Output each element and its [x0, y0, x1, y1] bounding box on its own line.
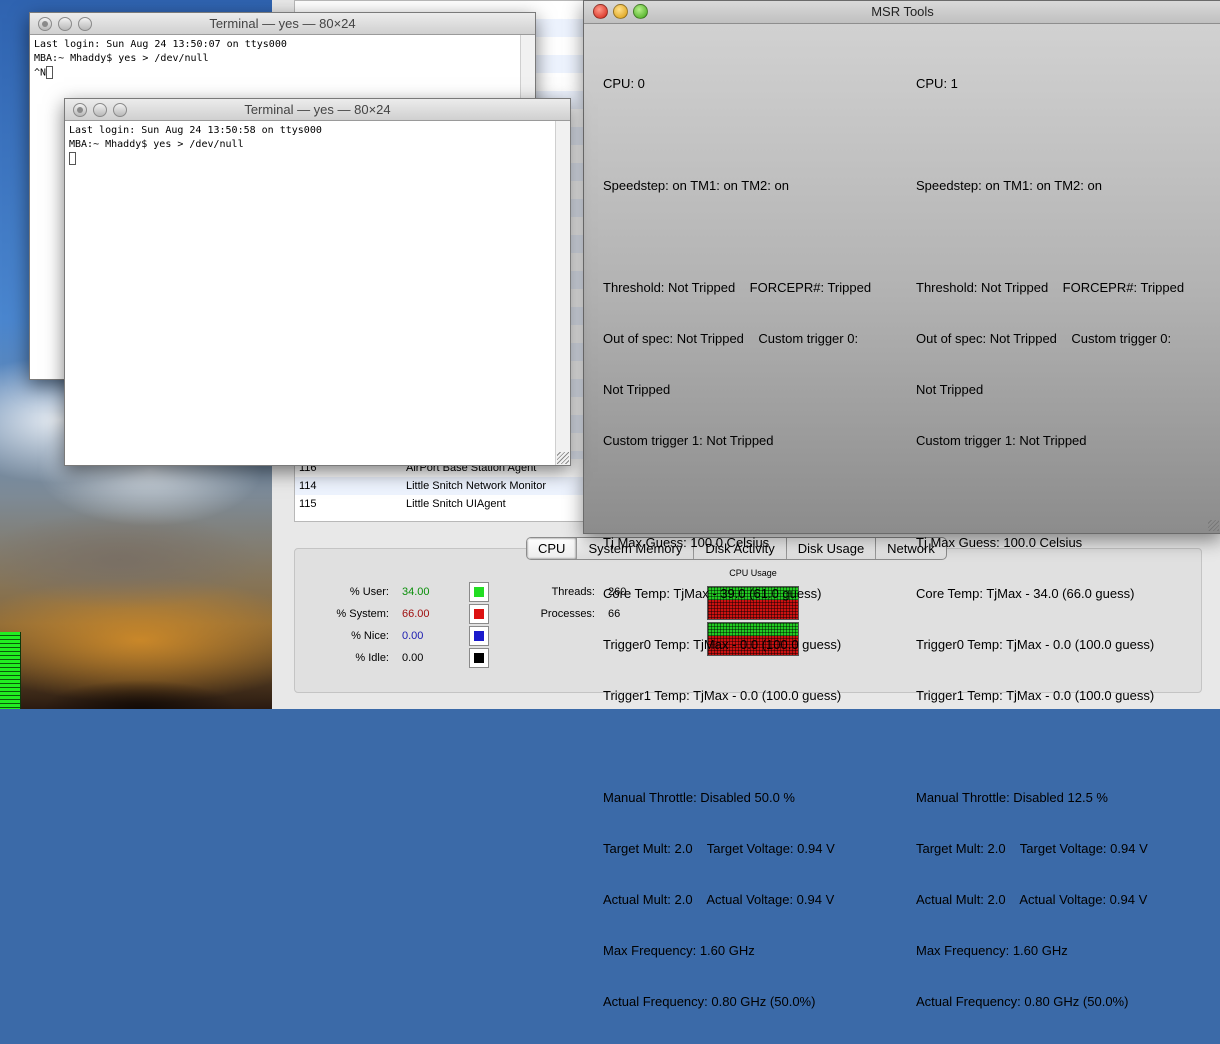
max-frequency: Max Frequency: 1.60 GHz [916, 943, 1068, 958]
actual-frequency: Actual Frequency: 0.80 GHz (50.0%) [916, 994, 1129, 1009]
threshold-status: Threshold: Not Tripped FORCEPR#: Tripped [603, 280, 872, 295]
process-pid: 114 [299, 480, 317, 492]
custom-trigger0-status: Not Tripped [916, 382, 984, 397]
msr-tools-window: MSR Tools CPU: 0 Speedstep: on TM1: on T… [583, 0, 1220, 1009]
cpu-id: CPU: 1 [916, 76, 958, 91]
system-value: 66.00 [402, 608, 430, 620]
cpu-id: CPU: 0 [603, 76, 645, 91]
trigger0-temp: Trigger0 Temp: TjMax - 0.0 (100.0 guess) [916, 637, 1155, 652]
actual-mult-voltage: Actual Mult: 2.0 Actual Voltage: 0.94 V [916, 892, 1148, 907]
custom-trigger1-status: Custom trigger 1: Not Tripped [603, 433, 774, 448]
window-title: Terminal — yes — 80×24 [209, 16, 356, 31]
resize-grip[interactable] [557, 452, 569, 464]
threads-label: Threads: [551, 586, 595, 598]
trigger1-temp: Trigger1 Temp: TjMax - 0.0 (100.0 guess) [603, 688, 842, 703]
speedstep-status: Speedstep: on TM1: on TM2: on [603, 178, 789, 193]
msr-titlebar[interactable]: MSR Tools [584, 1, 1220, 24]
text-cursor [46, 66, 54, 79]
nice-label: % Nice: [351, 630, 389, 642]
out-of-spec-status: Out of spec: Not Tripped Custom trigger … [916, 331, 1172, 346]
system-label: % System: [336, 608, 389, 620]
process-name: Little Snitch Network Monitor [406, 480, 546, 492]
terminal-output[interactable]: Last login: Sun Aug 24 13:50:58 on ttys0… [65, 121, 570, 170]
process-name: Little Snitch UIAgent [406, 498, 506, 510]
trigger1-temp: Trigger1 Temp: TjMax - 0.0 (100.0 guess) [916, 688, 1155, 703]
idle-value: 0.00 [402, 652, 424, 664]
cpu-meter-widget [0, 632, 21, 709]
terminal-line: Last login: Sun Aug 24 13:50:07 on ttys0… [34, 39, 287, 50]
core-temp: Core Temp: TjMax - 39.0 (61.0 guess) [603, 586, 822, 601]
system-color-swatch[interactable] [469, 604, 489, 624]
nice-value: 0.00 [402, 630, 424, 642]
user-value: 34.00 [402, 586, 430, 598]
user-color-swatch[interactable] [469, 582, 489, 602]
manual-throttle: Manual Throttle: Disabled 12.5 % [916, 790, 1108, 805]
terminal-titlebar[interactable]: Terminal — yes — 80×24 [30, 13, 535, 35]
window-title: Terminal — yes — 80×24 [244, 102, 391, 117]
cpu0-column: CPU: 0 Speedstep: on TM1: on TM2: on Thr… [603, 41, 871, 1044]
terminal-window-front: Terminal — yes — 80×24 Last login: Sun A… [64, 98, 571, 466]
manual-throttle: Manual Throttle: Disabled 50.0 % [603, 790, 795, 805]
nice-color-swatch[interactable] [469, 626, 489, 646]
window-title: MSR Tools [871, 4, 934, 19]
target-mult-voltage: Target Mult: 2.0 Target Voltage: 0.94 V [916, 841, 1148, 856]
speedstep-status: Speedstep: on TM1: on TM2: on [916, 178, 1102, 193]
custom-trigger1-status: Custom trigger 1: Not Tripped [916, 433, 1087, 448]
resize-grip[interactable] [1208, 520, 1219, 531]
actual-frequency: Actual Frequency: 0.80 GHz (50.0%) [603, 994, 816, 1009]
idle-color-swatch[interactable] [469, 648, 489, 668]
actual-mult-voltage: Actual Mult: 2.0 Actual Voltage: 0.94 V [603, 892, 835, 907]
max-frequency: Max Frequency: 1.60 GHz [603, 943, 755, 958]
custom-trigger0-status: Not Tripped [603, 382, 671, 397]
out-of-spec-status: Out of spec: Not Tripped Custom trigger … [603, 331, 859, 346]
terminal-output[interactable]: Last login: Sun Aug 24 13:50:07 on ttys0… [30, 35, 535, 84]
trigger0-temp: Trigger0 Temp: TjMax - 0.0 (100.0 guess) [603, 637, 842, 652]
tjmax-guess: Tj Max Guess: 100.0 Celsius [916, 535, 1083, 550]
processes-label: Processes: [540, 608, 595, 620]
idle-label: % Idle: [355, 652, 389, 664]
desktop-trees [20, 650, 270, 709]
target-mult-voltage: Target Mult: 2.0 Target Voltage: 0.94 V [603, 841, 835, 856]
terminal-line: Last login: Sun Aug 24 13:50:58 on ttys0… [69, 125, 322, 136]
table-row[interactable]: 114 Little Snitch Network Monitor [295, 477, 595, 495]
text-cursor [69, 152, 76, 165]
terminal-line: MBA:~ Mhaddy$ yes > /dev/null [69, 139, 244, 150]
table-row[interactable]: 115 Little Snitch UIAgent [295, 495, 595, 513]
tjmax-guess: Tj Max Guess: 100.0 Celsius [603, 535, 770, 550]
terminal-line: ^N [34, 67, 47, 79]
process-pid: 115 [299, 498, 317, 510]
core-temp: Core Temp: TjMax - 34.0 (66.0 guess) [916, 586, 1135, 601]
threshold-status: Threshold: Not Tripped FORCEPR#: Tripped [916, 280, 1185, 295]
tab-cpu[interactable]: CPU [527, 538, 577, 559]
terminal-line: MBA:~ Mhaddy$ yes > /dev/null [34, 53, 209, 64]
user-label: % User: [349, 586, 389, 598]
terminal-titlebar[interactable]: Terminal — yes — 80×24 [65, 99, 570, 121]
cpu1-column: CPU: 1 Speedstep: on TM1: on TM2: on Thr… [916, 41, 1184, 1044]
terminal-scrollbar[interactable] [555, 121, 570, 465]
